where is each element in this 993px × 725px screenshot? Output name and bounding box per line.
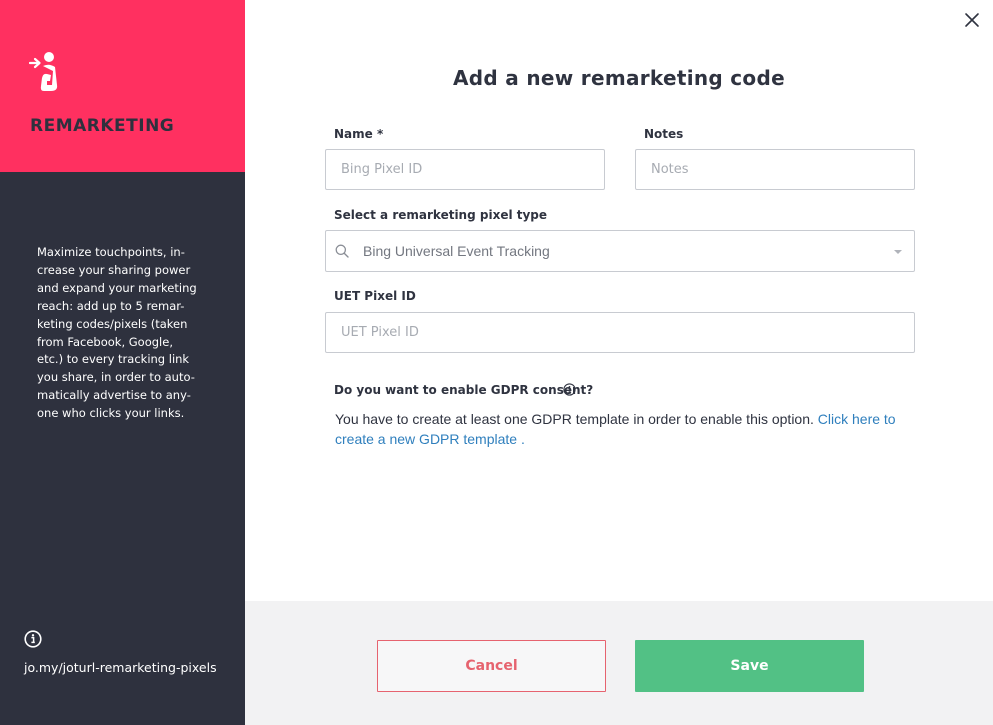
sidebar: REMARKETING Maximize touchpoints, in- cr… — [0, 0, 245, 725]
sidebar-header: REMARKETING — [0, 0, 245, 172]
dialog-title: Add a new remarketing code — [453, 66, 785, 90]
gdpr-link-suffix: . — [517, 431, 525, 447]
info-circle-icon — [24, 630, 42, 648]
sidebar-help-link[interactable]: jo.my/joturl-remarketing-pixels — [24, 660, 217, 675]
person-enter-icon — [29, 52, 58, 91]
gdpr-label: Do you want to enable GDPR consent? — [334, 383, 594, 397]
gdpr-message: You have to create at least one GDPR tem… — [335, 409, 925, 449]
chevron-down-icon — [894, 250, 902, 254]
sidebar-title: REMARKETING — [30, 116, 175, 136]
save-button[interactable]: Save — [635, 640, 864, 692]
cancel-button[interactable]: Cancel — [377, 640, 606, 692]
uet-pixel-input[interactable] — [325, 312, 915, 353]
search-icon — [335, 244, 349, 258]
name-label: Name * — [334, 127, 384, 141]
pixel-type-value: Bing Universal Event Tracking — [363, 243, 550, 259]
close-icon[interactable] — [962, 10, 982, 30]
pixel-type-label: Select a remarketing pixel type — [334, 208, 548, 222]
gdpr-message-text: You have to create at least one GDPR tem… — [335, 411, 818, 427]
pixel-type-select[interactable]: Bing Universal Event Tracking — [325, 230, 915, 272]
notes-input[interactable] — [635, 149, 915, 190]
name-input[interactable] — [325, 149, 605, 190]
notes-label: Notes — [644, 127, 684, 141]
sidebar-description: Maximize touchpoints, in- crease your sh… — [37, 245, 197, 421]
dialog-footer: Cancel Save — [245, 601, 993, 725]
info-circle-icon[interactable] — [563, 383, 576, 396]
uet-label: UET Pixel ID — [334, 289, 416, 303]
